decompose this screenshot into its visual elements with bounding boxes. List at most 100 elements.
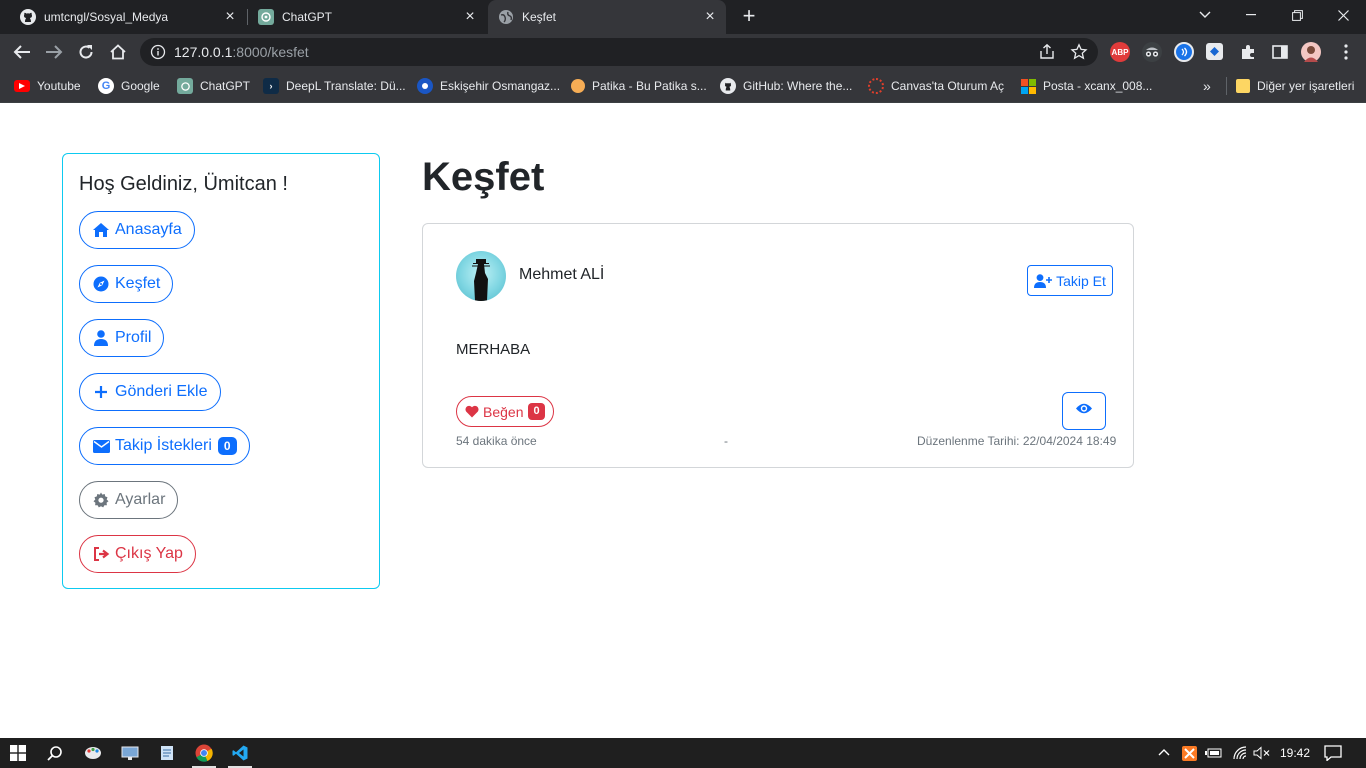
home-button[interactable]: [106, 40, 130, 64]
author-avatar[interactable]: [456, 251, 506, 301]
envelope-icon: [92, 437, 110, 455]
post-author-name[interactable]: Mehmet ALİ: [519, 266, 604, 284]
bookmarks-divider: [1226, 77, 1227, 95]
welcome-heading: Hoş Geldiniz, Ümitcan !: [79, 173, 288, 195]
bookmark-chatgpt[interactable]: ChatGPT: [177, 77, 250, 95]
forward-button[interactable]: [42, 40, 66, 64]
sidebar-item-label: Profil: [115, 329, 152, 346]
bookmark-ogu[interactable]: Eskişehir Osmangaz...: [417, 77, 560, 95]
bookmarks-overflow-button[interactable]: »: [1203, 77, 1211, 95]
view-post-button[interactable]: [1062, 392, 1106, 430]
chevron-down-icon: [1199, 11, 1211, 18]
tab-search-button[interactable]: [1182, 0, 1228, 30]
volume-muted-icon[interactable]: [1253, 746, 1270, 763]
clock[interactable]: 19:42: [1280, 746, 1310, 760]
taskbar-app-vscode[interactable]: [222, 738, 258, 768]
close-icon[interactable]: ×: [222, 9, 238, 25]
eye-icon: [1075, 402, 1093, 420]
bookmark-label: DeepL Translate: Dü...: [286, 79, 406, 93]
wifi-icon[interactable]: [1232, 746, 1248, 763]
close-icon[interactable]: ×: [702, 9, 718, 25]
start-button[interactable]: [0, 738, 36, 768]
bookmark-outlook[interactable]: Posta - xcanx_008...: [1020, 77, 1152, 95]
post-card: Mehmet ALİ Takip Et MERHABA Beğen 0 54 d…: [422, 223, 1134, 468]
sidebar: Hoş Geldiniz, Ümitcan ! Anasayfa Keşfet …: [62, 153, 380, 589]
bookmark-label: Canvas'ta Oturum Aç: [891, 79, 1005, 93]
other-bookmarks-folder[interactable]: Diğer yer işaretleri: [1236, 77, 1354, 95]
sidebar-item-ayarlar[interactable]: Ayarlar: [79, 481, 179, 519]
chatgpt-icon: [177, 78, 193, 94]
bookmark-canvas[interactable]: Canvas'ta Oturum Aç: [868, 77, 1004, 95]
post-text: MERHABA: [456, 341, 531, 358]
bookmark-label: Google: [121, 79, 160, 93]
like-button[interactable]: Beğen 0: [456, 396, 554, 427]
new-tab-button[interactable]: +: [738, 5, 760, 28]
bookmark-google[interactable]: G Google: [98, 77, 160, 95]
battery-icon[interactable]: [1205, 747, 1222, 762]
bookmark-label: Posta - xcanx_008...: [1043, 79, 1153, 93]
sidebar-item-anasayfa[interactable]: Anasayfa: [79, 211, 195, 249]
reload-icon: [79, 45, 93, 59]
sidebar-item-label: Gönderi Ekle: [115, 383, 208, 400]
sidebar-item-label: Çıkış Yap: [115, 545, 183, 562]
bookmark-label: Diğer yer işaretleri: [1257, 79, 1355, 93]
tab-kesfet[interactable]: Keşfet ×: [488, 0, 726, 34]
browser-tab-bar: umtcngl/Sosyal_Medya × ChatGPT × Keşfet …: [0, 0, 1366, 34]
xampp-icon[interactable]: [1182, 746, 1197, 764]
info-icon[interactable]: [150, 44, 166, 65]
sidebar-item-gonderi-ekle[interactable]: Gönderi Ekle: [79, 373, 221, 411]
tray-overflow-icon[interactable]: [1158, 745, 1170, 759]
share-icon[interactable]: [1038, 43, 1056, 61]
star-icon[interactable]: [1070, 43, 1088, 61]
tab-title: umtcngl/Sosyal_Medya: [44, 10, 169, 24]
arrow-left-icon: [13, 45, 30, 59]
taskbar-app-chrome[interactable]: [186, 738, 222, 768]
sidebar-item-kesfet[interactable]: Keşfet: [79, 265, 174, 303]
sidebar-item-profil[interactable]: Profil: [79, 319, 165, 357]
taskbar-app-paint[interactable]: [75, 738, 111, 768]
deepl-icon: ›: [263, 78, 279, 94]
spy-extension-icon[interactable]: [1142, 42, 1162, 62]
bookmarks-bar: Youtube G Google ChatGPT › DeepL Transla…: [0, 70, 1366, 103]
code-extension-icon[interactable]: [1206, 43, 1223, 60]
taskbar-app-notepad[interactable]: [149, 738, 185, 768]
windows-icon: [10, 745, 26, 761]
broadcast-extension-icon[interactable]: [1174, 42, 1194, 62]
microsoft-icon: [1020, 78, 1036, 94]
like-count-badge: 0: [528, 403, 545, 420]
minimize-button[interactable]: [1228, 0, 1274, 30]
bookmark-youtube[interactable]: Youtube: [14, 77, 81, 95]
sidebar-item-label: Keşfet: [115, 275, 161, 292]
reload-button[interactable]: [74, 40, 98, 64]
bookmark-github[interactable]: GitHub: Where the...: [720, 77, 852, 95]
adblock-icon[interactable]: ABP: [1110, 42, 1130, 62]
post-time-ago: 54 dakika önce: [456, 434, 537, 448]
close-icon[interactable]: ×: [462, 9, 478, 25]
address-bar[interactable]: 127.0.0.1:8000/kesfet: [140, 38, 1098, 66]
taskbar-app-remote[interactable]: [112, 738, 148, 768]
tab-title: ChatGPT: [282, 10, 333, 24]
monitor-icon: [121, 746, 139, 760]
puzzle-icon[interactable]: [1238, 42, 1258, 62]
heart-icon: [465, 405, 479, 418]
follow-button[interactable]: Takip Et: [1027, 265, 1113, 296]
windows-taskbar: 19:42: [0, 738, 1366, 768]
bookmark-deepl[interactable]: › DeepL Translate: Dü...: [263, 77, 406, 95]
notification-icon[interactable]: [1324, 745, 1342, 764]
bookmark-label: Patika - Bu Patika s...: [592, 79, 707, 93]
profile-avatar-icon[interactable]: [1301, 42, 1321, 62]
search-button[interactable]: [37, 738, 73, 768]
close-window-button[interactable]: [1320, 0, 1366, 30]
sidebar-item-takip-istekleri[interactable]: Takip İstekleri 0: [79, 427, 250, 465]
page-content: Hoş Geldiniz, Ümitcan ! Anasayfa Keşfet …: [0, 103, 1366, 738]
sidebar-item-cikis-yap[interactable]: Çıkış Yap: [79, 535, 196, 573]
tab-chatgpt[interactable]: ChatGPT ×: [248, 0, 486, 34]
bookmark-patika[interactable]: Patika - Bu Patika s...: [571, 77, 707, 95]
kebab-menu-icon[interactable]: [1336, 42, 1356, 62]
compass-icon: [92, 275, 110, 293]
back-button[interactable]: [10, 40, 34, 64]
restore-button[interactable]: [1274, 0, 1320, 30]
tab-github[interactable]: umtcngl/Sosyal_Medya ×: [8, 0, 246, 34]
side-panel-icon[interactable]: [1270, 42, 1290, 62]
follow-button-label: Takip Et: [1056, 272, 1106, 289]
